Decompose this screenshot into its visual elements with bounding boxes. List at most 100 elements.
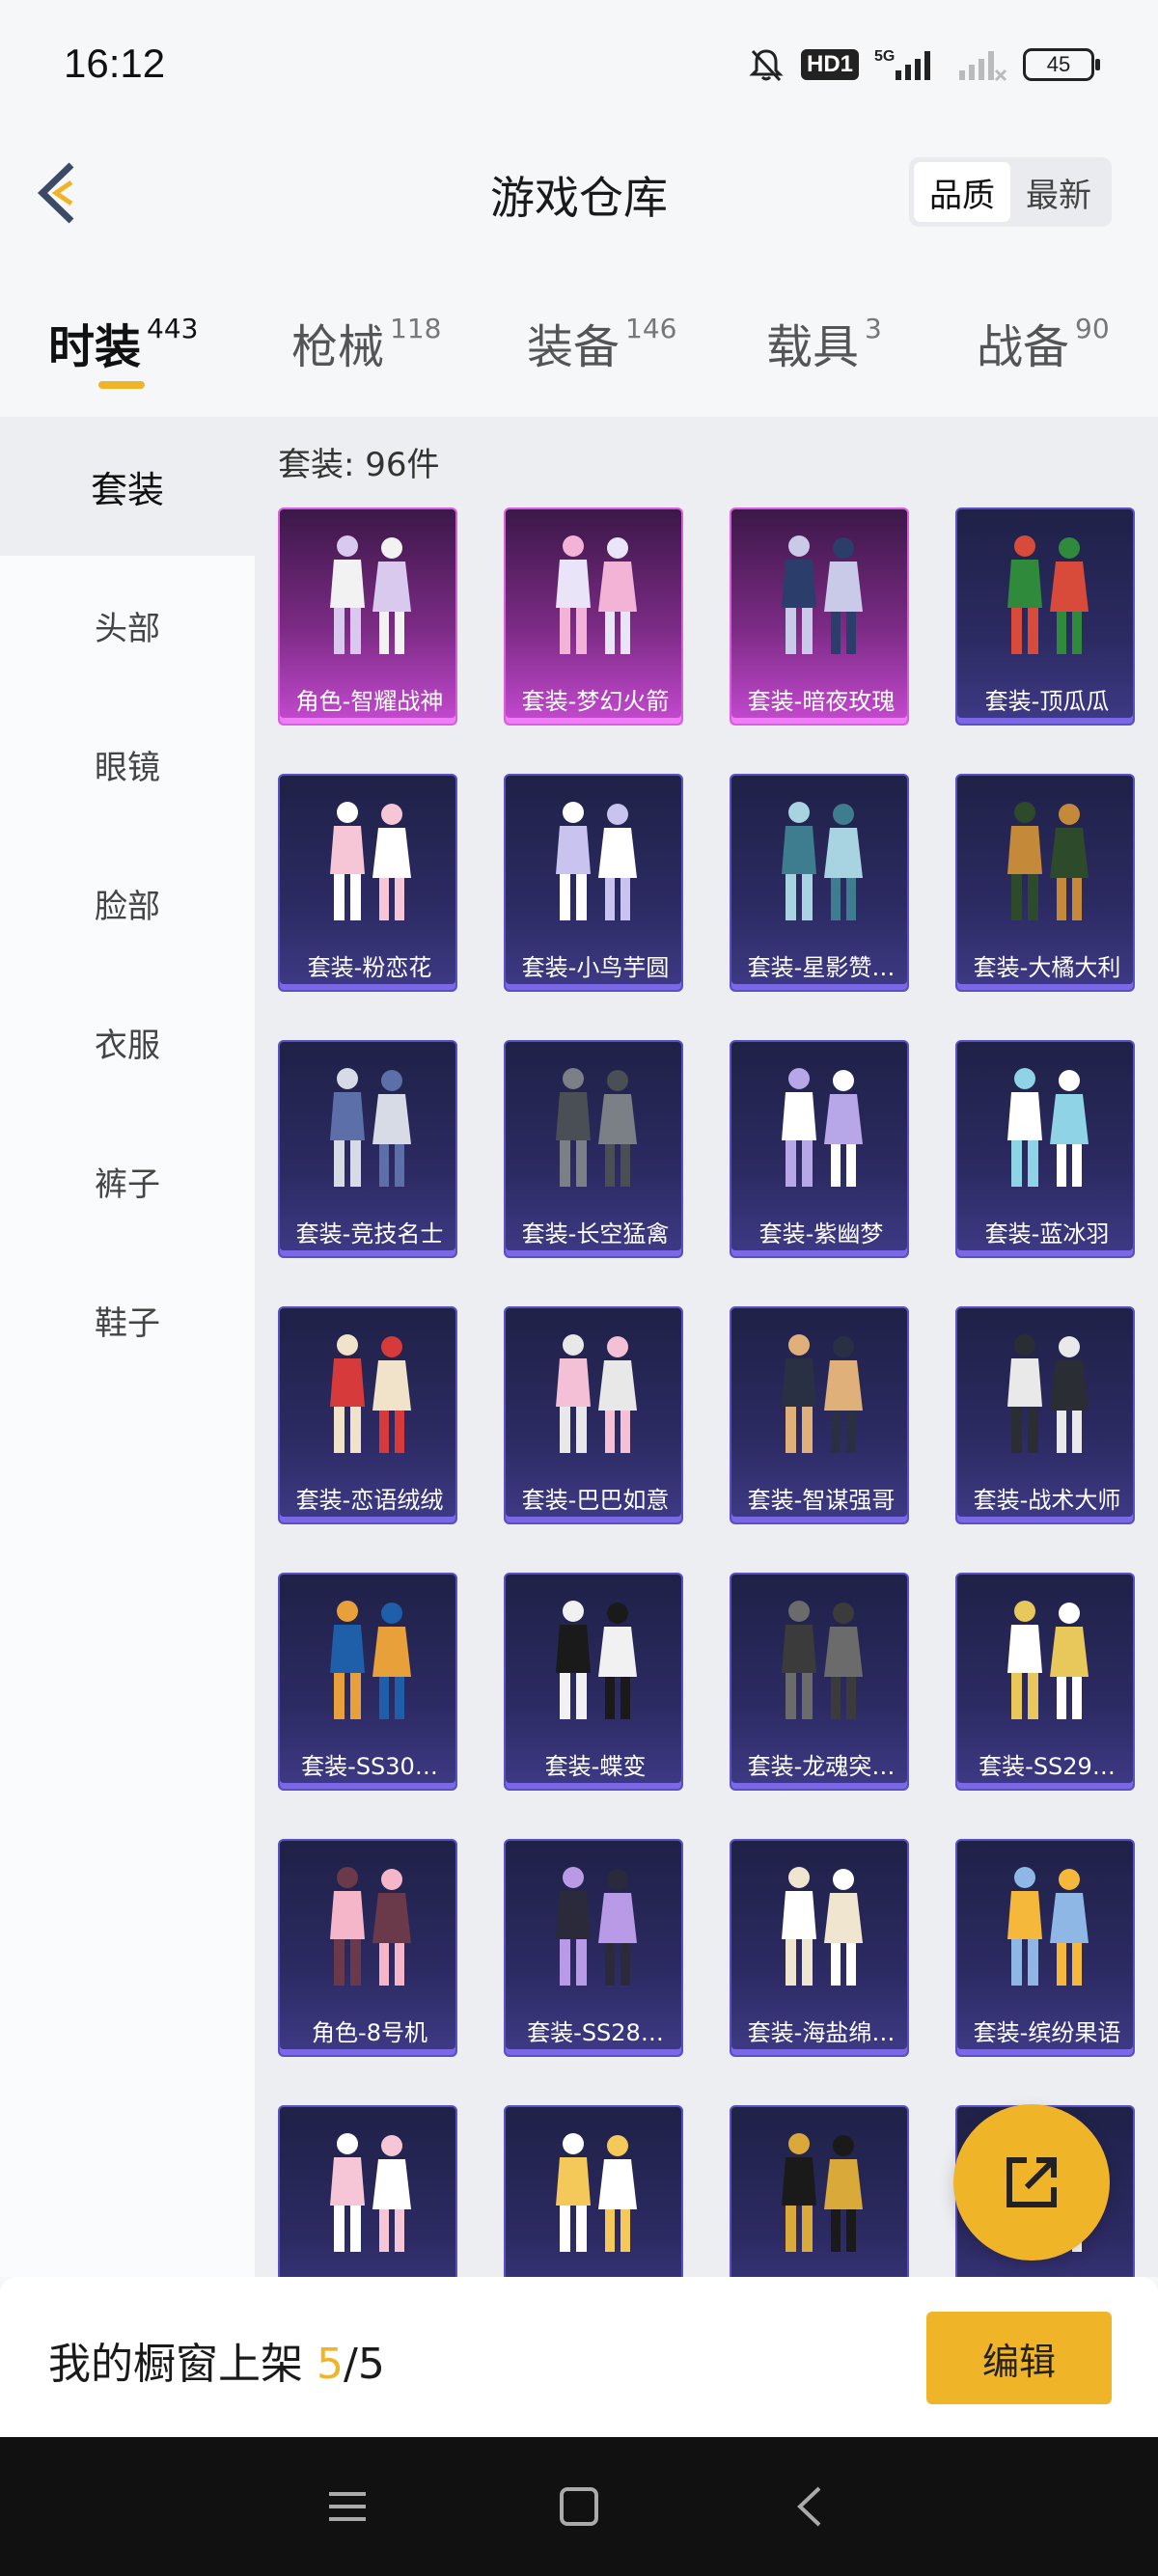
outfit-thumbnail (280, 1575, 455, 1748)
outfit-thumbnail (957, 1042, 1133, 1216)
header: 游戏仓库 品质 最新 (0, 130, 1158, 256)
signal-5g-icon: 5G (874, 48, 930, 80)
back-nav-icon[interactable] (786, 2482, 835, 2531)
outfit-thumbnail (731, 509, 907, 683)
showcase-text: 我的橱窗上架 (48, 2340, 317, 2389)
grid-card-name: 套装-智谋强哥 (747, 1487, 896, 1514)
grid-card[interactable]: 套装-紫幽梦 (730, 1040, 909, 1258)
sidebar-item-pants[interactable]: 裤子 (0, 1111, 255, 1250)
svg-text:5G: 5G (874, 48, 895, 65)
grid-card[interactable]: 套装-龙魂突… (730, 1573, 909, 1791)
grid-card[interactable]: 套装-缤纷果语 (955, 1839, 1135, 2057)
grid-heading: 套装: 96件 (278, 446, 440, 484)
system-nav-bar (0, 2437, 1158, 2576)
tab-count: 146 (625, 313, 677, 344)
status-time: 16:12 (64, 41, 166, 86)
grid-card[interactable]: 套装-顶瓜瓜 (955, 507, 1135, 726)
grid-card-name: 套装-SS28… (527, 2019, 664, 2046)
grid-card-name: 套装-SS29… (979, 1753, 1116, 1780)
outfit-thumbnail (280, 1308, 455, 1482)
grid-card[interactable]: 套装-暗夜玫瑰 (730, 507, 909, 726)
menu-icon[interactable] (323, 2482, 372, 2531)
showcase-current-count: 5 (317, 2340, 344, 2389)
tab-equipment[interactable]: 装备 146 (527, 280, 676, 405)
grid-card-name: 套装-蓝冰羽 (984, 1220, 1110, 1247)
showcase-bar: 我的橱窗上架 5/5 编辑 (0, 2277, 1158, 2437)
grid-card[interactable] (730, 2105, 909, 2277)
grid-card-name: 套装-缤纷果语 (973, 2019, 1121, 2046)
sort-newest-option[interactable]: 最新 (1010, 162, 1107, 222)
share-button[interactable] (953, 2104, 1110, 2261)
tab-label: 载具 (766, 320, 860, 374)
status-bar: 16:12 HD1 5G 45 (0, 0, 1158, 130)
grid-card[interactable]: 套装-梦幻火箭 (504, 507, 683, 726)
tab-label: 装备 (527, 320, 620, 374)
tab-firearms[interactable]: 枪械 118 (291, 280, 441, 405)
battery-indicator: 45 (1023, 48, 1100, 81)
grid-card-name: 套装-星影赞… (747, 954, 896, 981)
grid-card-name: 套装-梦幻火箭 (521, 688, 670, 715)
tab-count: 118 (390, 313, 442, 344)
outfit-thumbnail (957, 1308, 1133, 1482)
status-icons: HD1 5G 45 (747, 42, 1100, 87)
outfit-thumbnail (506, 1042, 681, 1216)
grid-card[interactable]: 套装-SS29… (955, 1573, 1135, 1791)
sidebar-item-shoes[interactable]: 鞋子 (0, 1250, 255, 1389)
grid-card-name: 套装-SS30… (301, 1753, 438, 1780)
home-icon[interactable] (555, 2482, 603, 2531)
bell-off-icon (749, 49, 784, 82)
grid-card[interactable]: 套装-SS30… (278, 1573, 457, 1791)
grid-card-name: 套装-紫幽梦 (758, 1220, 884, 1247)
grid-card[interactable]: 角色-智耀战神 (278, 507, 457, 726)
grid-card-name: 套装-战术大师 (973, 1487, 1121, 1514)
grid-card[interactable]: 套装-竞技名士 (278, 1040, 457, 1258)
outfit-thumbnail (506, 2107, 681, 2277)
grid-card[interactable]: 套装-星影赞… (730, 774, 909, 992)
grid-card[interactable]: 套装-战术大师 (955, 1306, 1135, 1524)
grid-card[interactable]: 套装-海盐绵… (730, 1839, 909, 2057)
grid-card-name: 套装-顶瓜瓜 (984, 688, 1110, 715)
showcase-total-count: /5 (344, 2340, 385, 2389)
grid-card-name: 角色-智耀战神 (295, 688, 444, 715)
tab-vehicles[interactable]: 载具 3 (766, 280, 882, 405)
grid-card[interactable] (278, 2105, 457, 2277)
hd-badge: HD1 (800, 49, 859, 80)
sidebar-item-clothes[interactable]: 衣服 (0, 973, 255, 1111)
grid-card[interactable]: 套装-蝶变 (504, 1573, 683, 1791)
outfit-thumbnail (957, 509, 1133, 683)
sort-toggle: 品质 最新 (909, 157, 1112, 227)
grid-card[interactable]: 套装-SS28… (504, 1839, 683, 2057)
sidebar-item-head[interactable]: 头部 (0, 556, 255, 695)
grid-card-name: 角色-8号机 (312, 2019, 427, 2046)
grid-card[interactable]: 套装-巴巴如意 (504, 1306, 683, 1524)
grid-card-name: 套装-大橘大利 (973, 954, 1121, 981)
tab-war-prep[interactable]: 战备 90 (977, 280, 1110, 405)
sidebar-item-face[interactable]: 脸部 (0, 834, 255, 973)
edit-button[interactable]: 编辑 (926, 2312, 1112, 2404)
share-export-icon (1006, 2157, 1057, 2207)
tab-count: 443 (147, 313, 199, 344)
outfit-thumbnail (731, 1841, 907, 2014)
content-area: 套装 头部 眼镜 脸部 衣服 裤子 鞋子 套装: 96件 角色-智耀战神 套装-梦… (0, 417, 1158, 2277)
tab-label: 战备 (977, 320, 1070, 374)
grid-card[interactable]: 套装-恋语绒绒 (278, 1306, 457, 1524)
grid-card[interactable]: 套装-智谋强哥 (730, 1306, 909, 1524)
grid-card[interactable]: 套装-小鸟芋圆 (504, 774, 683, 992)
outfit-thumbnail (280, 2107, 455, 2277)
grid-card[interactable]: 套装-大橘大利 (955, 774, 1135, 992)
grid-card[interactable]: 角色-8号机 (278, 1839, 457, 2057)
grid-card[interactable] (504, 2105, 683, 2277)
item-grid: 角色-智耀战神 套装-梦幻火箭 套装-暗夜玫瑰 套装-顶瓜瓜套装-粉恋花 套装-小鸟芋圆… (278, 507, 1137, 2277)
tab-label: 枪械 (291, 320, 385, 374)
sidebar-item-glasses[interactable]: 眼镜 (0, 695, 255, 834)
grid-card[interactable]: 套装-粉恋花 (278, 774, 457, 992)
sidebar-item-suit[interactable]: 套装 (0, 417, 255, 556)
sort-quality-option[interactable]: 品质 (914, 162, 1010, 222)
signal-weak-icon (959, 51, 1007, 82)
tab-fashion[interactable]: 时装 443 (48, 280, 198, 405)
tab-label: 时装 (48, 320, 142, 374)
outfit-thumbnail (957, 776, 1133, 949)
grid-card[interactable]: 套装-蓝冰羽 (955, 1040, 1135, 1258)
grid-card[interactable]: 套装-长空猛禽 (504, 1040, 683, 1258)
outfit-thumbnail (731, 1575, 907, 1748)
